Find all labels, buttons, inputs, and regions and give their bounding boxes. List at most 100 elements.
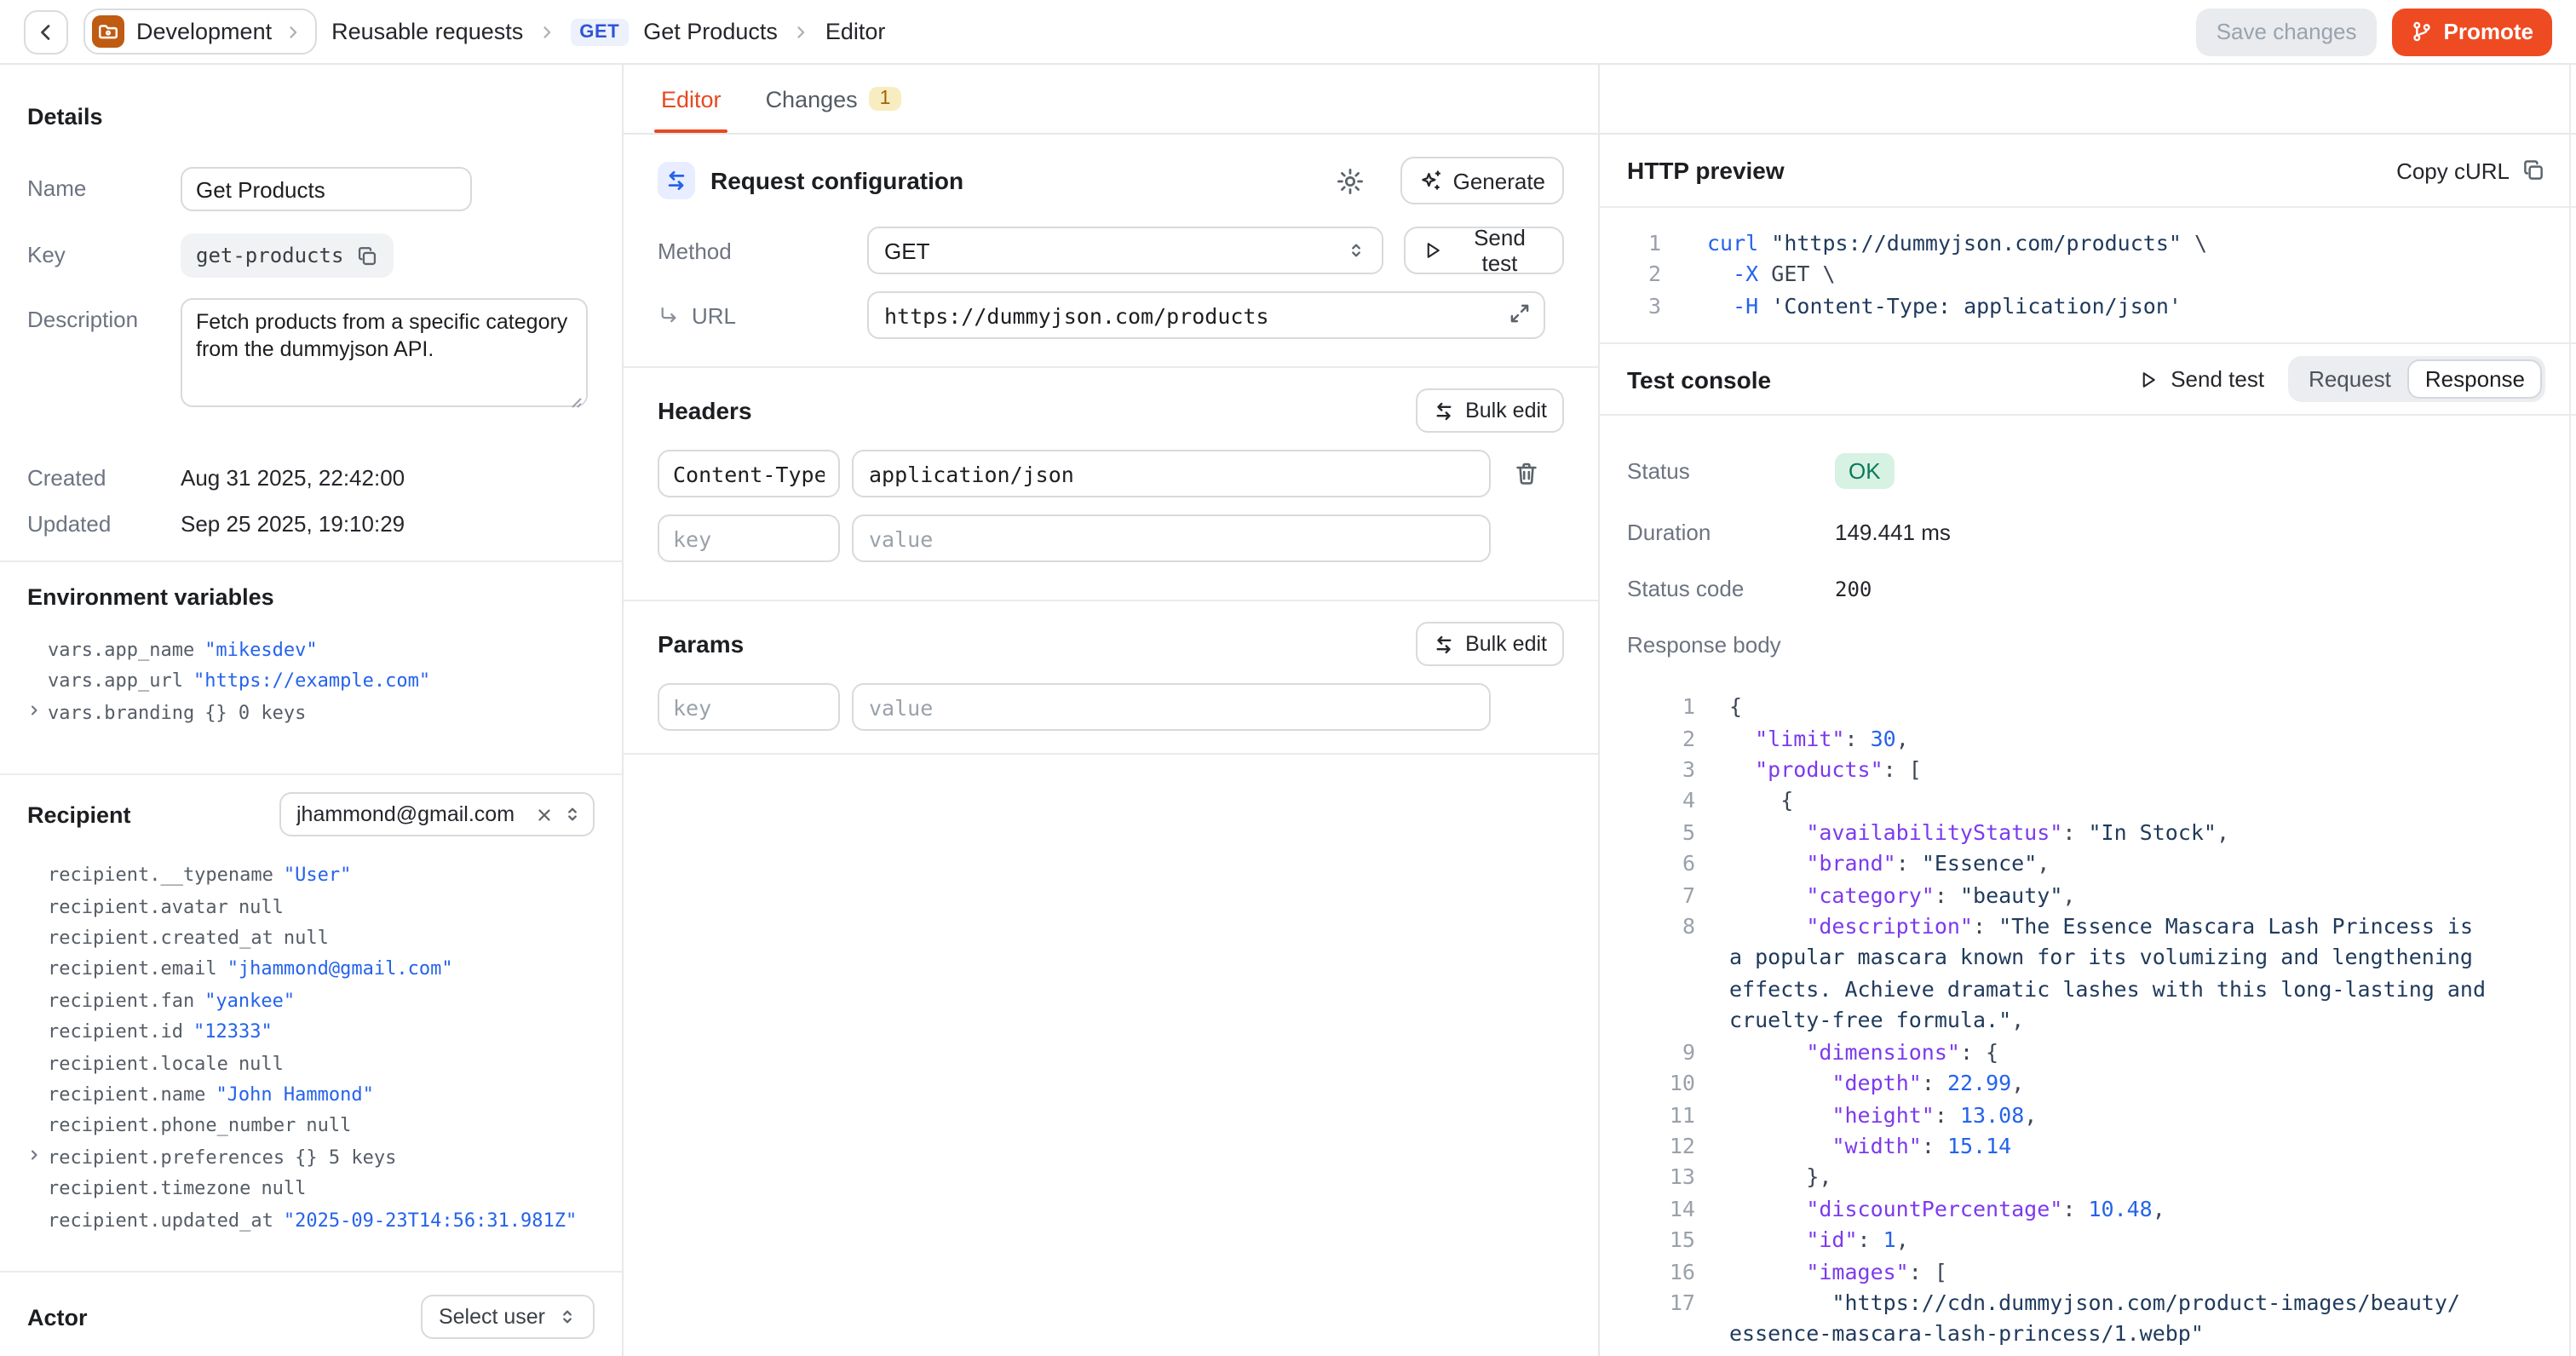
recipient-property-row: recipient.localenull xyxy=(27,1049,595,1080)
http-preview-title: HTTP preview xyxy=(1627,157,1785,184)
json-line-code: cruelty-free formula.", xyxy=(1729,1006,2024,1037)
name-input[interactable] xyxy=(181,167,472,211)
line-number: 8 xyxy=(1627,911,1695,943)
recipient-heading: Recipient xyxy=(27,802,131,827)
method-select-value: GET xyxy=(884,238,929,263)
line-number: 10 xyxy=(1627,1068,1695,1100)
gear-icon xyxy=(1336,166,1365,195)
settings-gear-button[interactable] xyxy=(1336,166,1365,195)
clear-recipient-button[interactable] xyxy=(535,805,554,824)
header-value-input[interactable] xyxy=(852,450,1491,497)
recipient-property-row-key: recipient.phone_number xyxy=(48,1112,296,1143)
json-line: 11 "height": 13.08, xyxy=(1627,1100,2549,1131)
expand-icon[interactable] xyxy=(1508,302,1532,325)
line-number xyxy=(1627,974,1695,1006)
chevron-right-icon xyxy=(284,23,301,40)
tab-changes[interactable]: Changes 1 xyxy=(762,65,905,133)
environment-switcher[interactable]: Development xyxy=(83,9,316,55)
param-value-input[interactable] xyxy=(852,683,1491,731)
chevron-right-icon xyxy=(793,23,810,40)
http-preview-header: HTTP preview Copy cURL xyxy=(1600,135,2576,208)
method-select[interactable]: GET xyxy=(867,227,1384,274)
method-badge: GET xyxy=(571,18,628,45)
header-key-input[interactable] xyxy=(658,450,840,497)
console-send-test-button[interactable]: Send test xyxy=(2138,366,2264,392)
tab-editor[interactable]: Editor xyxy=(658,65,725,133)
expand-chevron-icon[interactable] xyxy=(27,704,41,717)
header-empty-row xyxy=(658,514,1564,562)
recipient-property-row-value: "12333" xyxy=(193,1018,273,1049)
json-line: effects. Achieve dramatic lashes with th… xyxy=(1627,974,2549,1006)
actor-select-value: Select user xyxy=(439,1305,545,1329)
request-configuration-section: Request configuration Generate Method GE… xyxy=(624,135,1598,368)
actor-heading: Actor xyxy=(27,1304,88,1330)
recipient-property-row-key: recipient.updated_at xyxy=(48,1205,273,1237)
json-line-code: "discountPercentage": 10.48, xyxy=(1729,1193,2165,1225)
line-number xyxy=(1627,943,1695,974)
send-test-label: Send test xyxy=(1454,225,1545,276)
tab-changes-label: Changes xyxy=(766,86,858,112)
created-label: Created xyxy=(27,457,181,491)
copy-curl-button[interactable]: Copy cURL xyxy=(2396,158,2545,183)
recipient-property-row-value: null xyxy=(261,1175,306,1206)
response-toggle-label: Response xyxy=(2425,366,2525,392)
recipient-property-row-key: recipient.timezone xyxy=(48,1175,250,1206)
env-var-row-key: vars.app_url xyxy=(48,667,183,698)
json-line-code: "description": "The Essence Mascara Lash… xyxy=(1729,911,2473,943)
line-number: 7 xyxy=(1627,880,1695,911)
expand-chevron-icon[interactable] xyxy=(27,1148,41,1162)
key-value: get-products xyxy=(196,244,343,267)
param-key-input[interactable] xyxy=(658,683,840,731)
resize-handle-icon[interactable] xyxy=(566,392,583,409)
request-config-icon xyxy=(658,162,695,199)
generate-button[interactable]: Generate xyxy=(1400,157,1564,204)
curl-line: 3 -H 'Content-Type: application/json' xyxy=(1627,291,2549,323)
headers-section: Headers Bulk edit xyxy=(624,368,1598,601)
name-label: Name xyxy=(27,167,181,201)
header-key-input[interactable] xyxy=(658,514,840,562)
line-number: 2 xyxy=(1627,260,1661,291)
breadcrumb-request-name[interactable]: Get Products xyxy=(643,19,778,44)
recipient-property-row: recipient.updated_at"2025-09-23T14:56:31… xyxy=(27,1205,595,1237)
response-toggle[interactable]: Response xyxy=(2408,359,2542,399)
play-icon xyxy=(1423,240,1444,261)
line-number: 1 xyxy=(1627,692,1695,723)
recipient-property-row: recipient.name"John Hammond" xyxy=(27,1080,595,1112)
swap-arrows-icon xyxy=(1433,633,1455,655)
line-number: 9 xyxy=(1627,1037,1695,1068)
save-changes-button[interactable]: Save changes xyxy=(2196,8,2378,55)
env-var-row-value: "mikesdev" xyxy=(204,635,317,667)
recipient-property-row-value: null xyxy=(284,923,329,955)
back-button[interactable] xyxy=(24,9,68,54)
recipient-selected-value: jhammond@gmail.com xyxy=(296,802,526,826)
line-number: 6 xyxy=(1627,849,1695,881)
params-bulk-edit-button[interactable]: Bulk edit xyxy=(1416,622,1564,666)
curl-line-code: -X GET \ xyxy=(1707,260,1836,291)
request-toggle[interactable]: Request xyxy=(2291,359,2408,399)
json-line-code: "depth": 22.99, xyxy=(1729,1068,2024,1100)
curl-line-code: curl "https://dummyjson.com/products" \ xyxy=(1707,228,2207,260)
promote-button[interactable]: Promote xyxy=(2393,8,2552,55)
params-bulk-edit-label: Bulk edit xyxy=(1465,632,1547,656)
header-value-input[interactable] xyxy=(852,514,1491,562)
json-line: 3 "products": [ xyxy=(1627,755,2549,786)
environment-folder-icon xyxy=(92,15,124,48)
environment-variables-heading: Environment variables xyxy=(27,584,595,610)
line-number xyxy=(1627,1319,1695,1351)
status-label: Status xyxy=(1627,458,1835,484)
top-bar: Development Reusable requests GET Get Pr… xyxy=(0,0,2576,65)
copy-key-button[interactable] xyxy=(355,244,377,267)
delete-header-button[interactable] xyxy=(1513,460,1540,487)
breadcrumb-reusable-requests[interactable]: Reusable requests xyxy=(331,19,523,44)
duration-label: Duration xyxy=(1627,520,1835,545)
swap-arrows-icon xyxy=(1433,399,1455,422)
json-line: 12 "width": 15.14 xyxy=(1627,1131,2549,1163)
json-line: 7 "category": "beauty", xyxy=(1627,880,2549,911)
key-label: Key xyxy=(27,233,181,267)
recipient-select[interactable]: jhammond@gmail.com xyxy=(279,792,595,836)
send-test-button[interactable]: Send test xyxy=(1405,227,1564,274)
url-input[interactable] xyxy=(867,291,1545,339)
actor-select[interactable]: Select user xyxy=(422,1295,595,1339)
headers-bulk-edit-button[interactable]: Bulk edit xyxy=(1416,388,1564,433)
description-textarea[interactable]: Fetch products from a specific category … xyxy=(181,298,588,407)
